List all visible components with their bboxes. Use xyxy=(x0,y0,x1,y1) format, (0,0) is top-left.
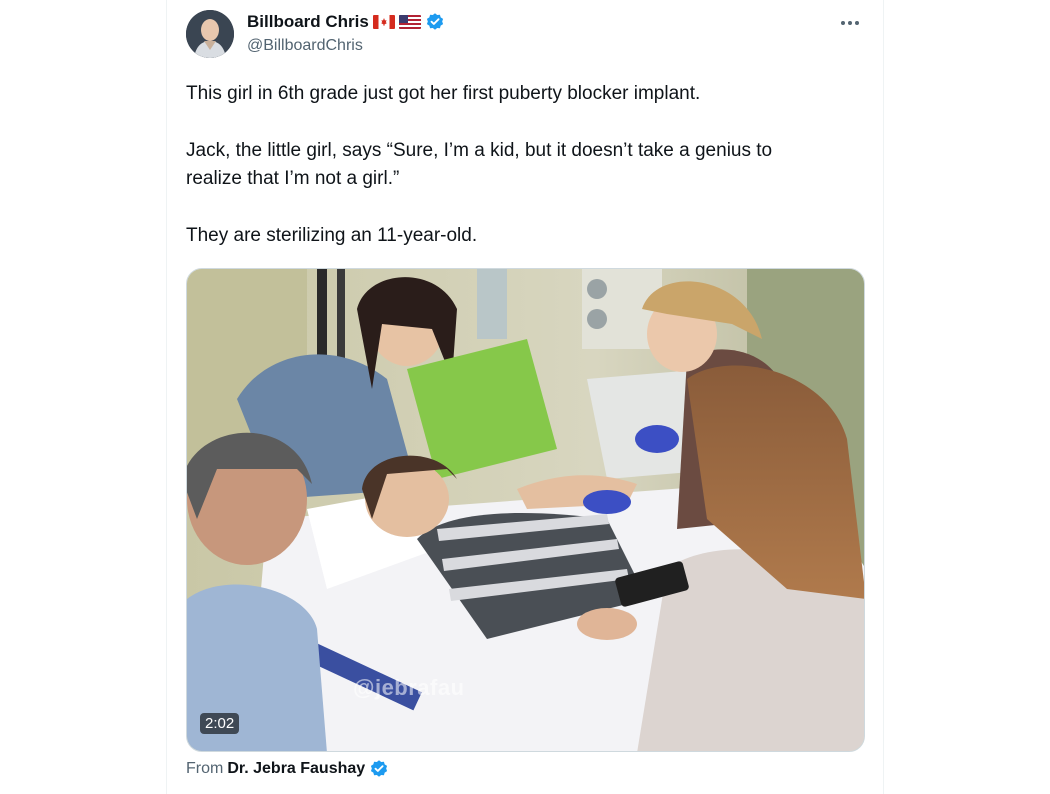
author-avatar[interactable] xyxy=(186,10,234,58)
source-verified-badge-icon xyxy=(369,759,389,779)
author-display-name[interactable]: Billboard Chris xyxy=(247,12,369,32)
author-info: Billboard Chris @BillboardChris xyxy=(247,11,445,55)
author-handle[interactable]: @BillboardChris xyxy=(247,37,445,55)
video-watermark: @jebrafau xyxy=(353,675,465,700)
more-options-button[interactable] xyxy=(835,12,865,34)
name-row: Billboard Chris xyxy=(247,11,445,33)
video-duration-badge: 2:02 xyxy=(200,713,240,734)
verified-badge-icon xyxy=(425,12,445,32)
tweet-paragraph-3: They are sterilizing an 11-year-old. xyxy=(186,225,478,246)
video-thumbnail xyxy=(187,269,864,751)
source-account-name[interactable]: Dr. Jebra Faushay xyxy=(227,760,365,778)
tweet-paragraph-1: This girl in 6th grade just got her firs… xyxy=(186,83,701,104)
page: Billboard Chris @BillboardChris This gir… xyxy=(0,0,1050,794)
tweet-paragraph-2: Jack, the little girl, says “Sure, I’m a… xyxy=(186,140,773,189)
us-flag-icon xyxy=(398,15,421,29)
media-source-attribution: From Dr. Jebra Faushay xyxy=(186,759,389,779)
source-prefix: From xyxy=(186,760,224,777)
tweet-text: This girl in 6th grade just got her firs… xyxy=(186,80,866,279)
video-player[interactable]: @jebrafau 2:02 xyxy=(186,268,865,752)
tweet-card[interactable]: Billboard Chris @BillboardChris This gir… xyxy=(166,0,884,794)
more-dots-icon xyxy=(841,21,859,25)
canada-flag-icon xyxy=(372,15,395,29)
